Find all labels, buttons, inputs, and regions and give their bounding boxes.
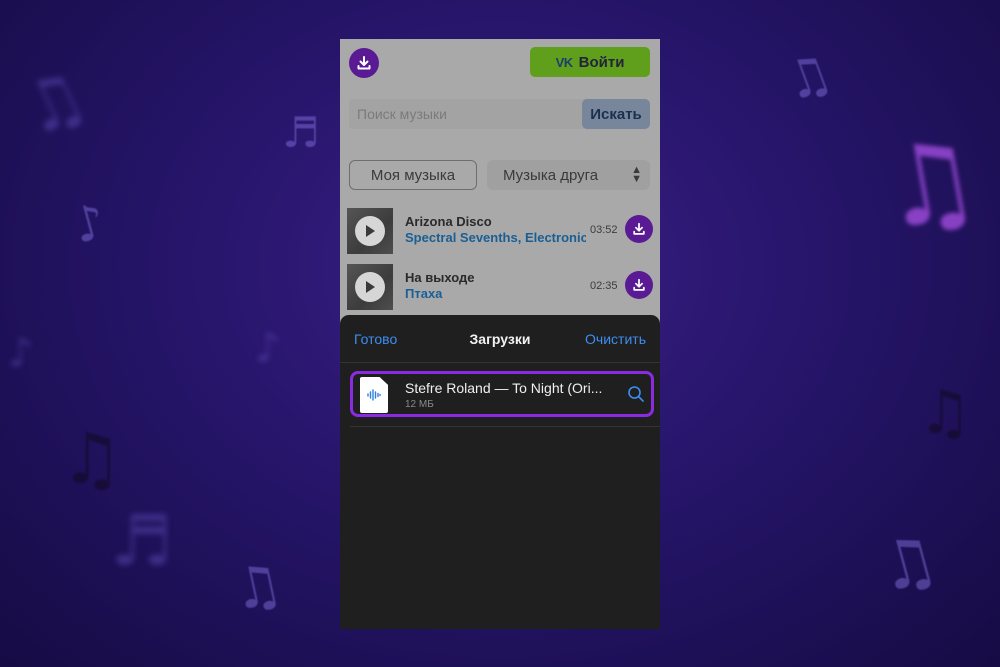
track-row[interactable]: Arizona Disco Spectral Sevenths, Electro…: [340, 208, 660, 258]
track-artist: Птаха: [405, 286, 443, 301]
search-bar: Искать: [349, 99, 650, 129]
play-button[interactable]: [355, 216, 385, 246]
album-cover: [347, 264, 393, 310]
friend-music-label: Музыка друга: [503, 166, 599, 184]
download-file-name: Stefre Roland — To Night (Ori...: [405, 380, 603, 396]
chevron-up-down-icon: ▲ ▼: [631, 164, 642, 185]
login-label: Войти: [578, 53, 625, 71]
music-note-decoration: ♫: [918, 378, 972, 448]
downloads-sheet: Загрузки Готово Очистить Stefre Roland —…: [340, 315, 660, 629]
music-note-decoration: ♪: [255, 325, 281, 371]
tab-my-music[interactable]: Моя музыка: [349, 160, 477, 190]
music-source-tabs: Моя музыка Музыка друга ▲ ▼: [349, 160, 650, 190]
vk-login-button[interactable]: VK Войти: [530, 47, 650, 77]
downloads-sheet-header: Загрузки Готово Очистить: [340, 315, 660, 363]
track-title: Arizona Disco: [405, 214, 492, 229]
divider: [350, 426, 660, 427]
track-duration: 02:35: [590, 280, 618, 292]
play-icon: [366, 225, 375, 237]
waveform-icon: [367, 389, 381, 401]
play-button[interactable]: [355, 272, 385, 302]
search-icon[interactable]: [627, 385, 645, 403]
music-note-decoration: ♬: [282, 108, 320, 157]
track-title: На выходе: [405, 270, 475, 285]
music-note-decoration: ♬: [110, 500, 173, 582]
music-note-decoration: ♫: [225, 550, 289, 625]
download-icon: [357, 56, 371, 70]
play-icon: [366, 281, 375, 293]
track-duration: 03:52: [590, 224, 618, 236]
music-note-decoration: ♫: [7, 52, 100, 154]
download-item[interactable]: Stefre Roland — To Night (Ori... 12 МБ: [350, 371, 654, 417]
download-file-size: 12 МБ: [405, 399, 434, 410]
search-button[interactable]: Искать: [582, 99, 650, 129]
audio-file-icon: [360, 377, 388, 413]
phone-screen: VK Войти Искать Моя музыка Музыка друга …: [340, 39, 660, 629]
done-button[interactable]: Готово: [354, 331, 397, 347]
music-note-decoration: ♪: [8, 330, 34, 376]
app-header: VK Войти: [340, 39, 660, 89]
search-input[interactable]: [349, 99, 589, 129]
track-artist: Spectral Sevenths, Electronic: [405, 230, 586, 245]
music-note-decoration: ♪: [67, 192, 112, 256]
vk-logo-icon: VK: [555, 54, 574, 70]
clear-button[interactable]: Очистить: [585, 331, 646, 347]
music-note-decoration: ♫: [869, 112, 989, 256]
track-download-button[interactable]: [625, 271, 653, 299]
music-note-decoration: ♫: [60, 418, 123, 500]
track-row[interactable]: На выходе Птаха 02:35: [340, 264, 660, 314]
friend-music-select[interactable]: Музыка друга ▲ ▼: [487, 160, 650, 190]
music-note-decoration: ♫: [869, 518, 947, 609]
download-icon: [633, 278, 645, 291]
app-download-button[interactable]: [349, 48, 379, 78]
download-icon: [633, 222, 645, 235]
music-note-decoration: ♫: [776, 41, 841, 115]
album-cover: [347, 208, 393, 254]
track-download-button[interactable]: [625, 215, 653, 243]
